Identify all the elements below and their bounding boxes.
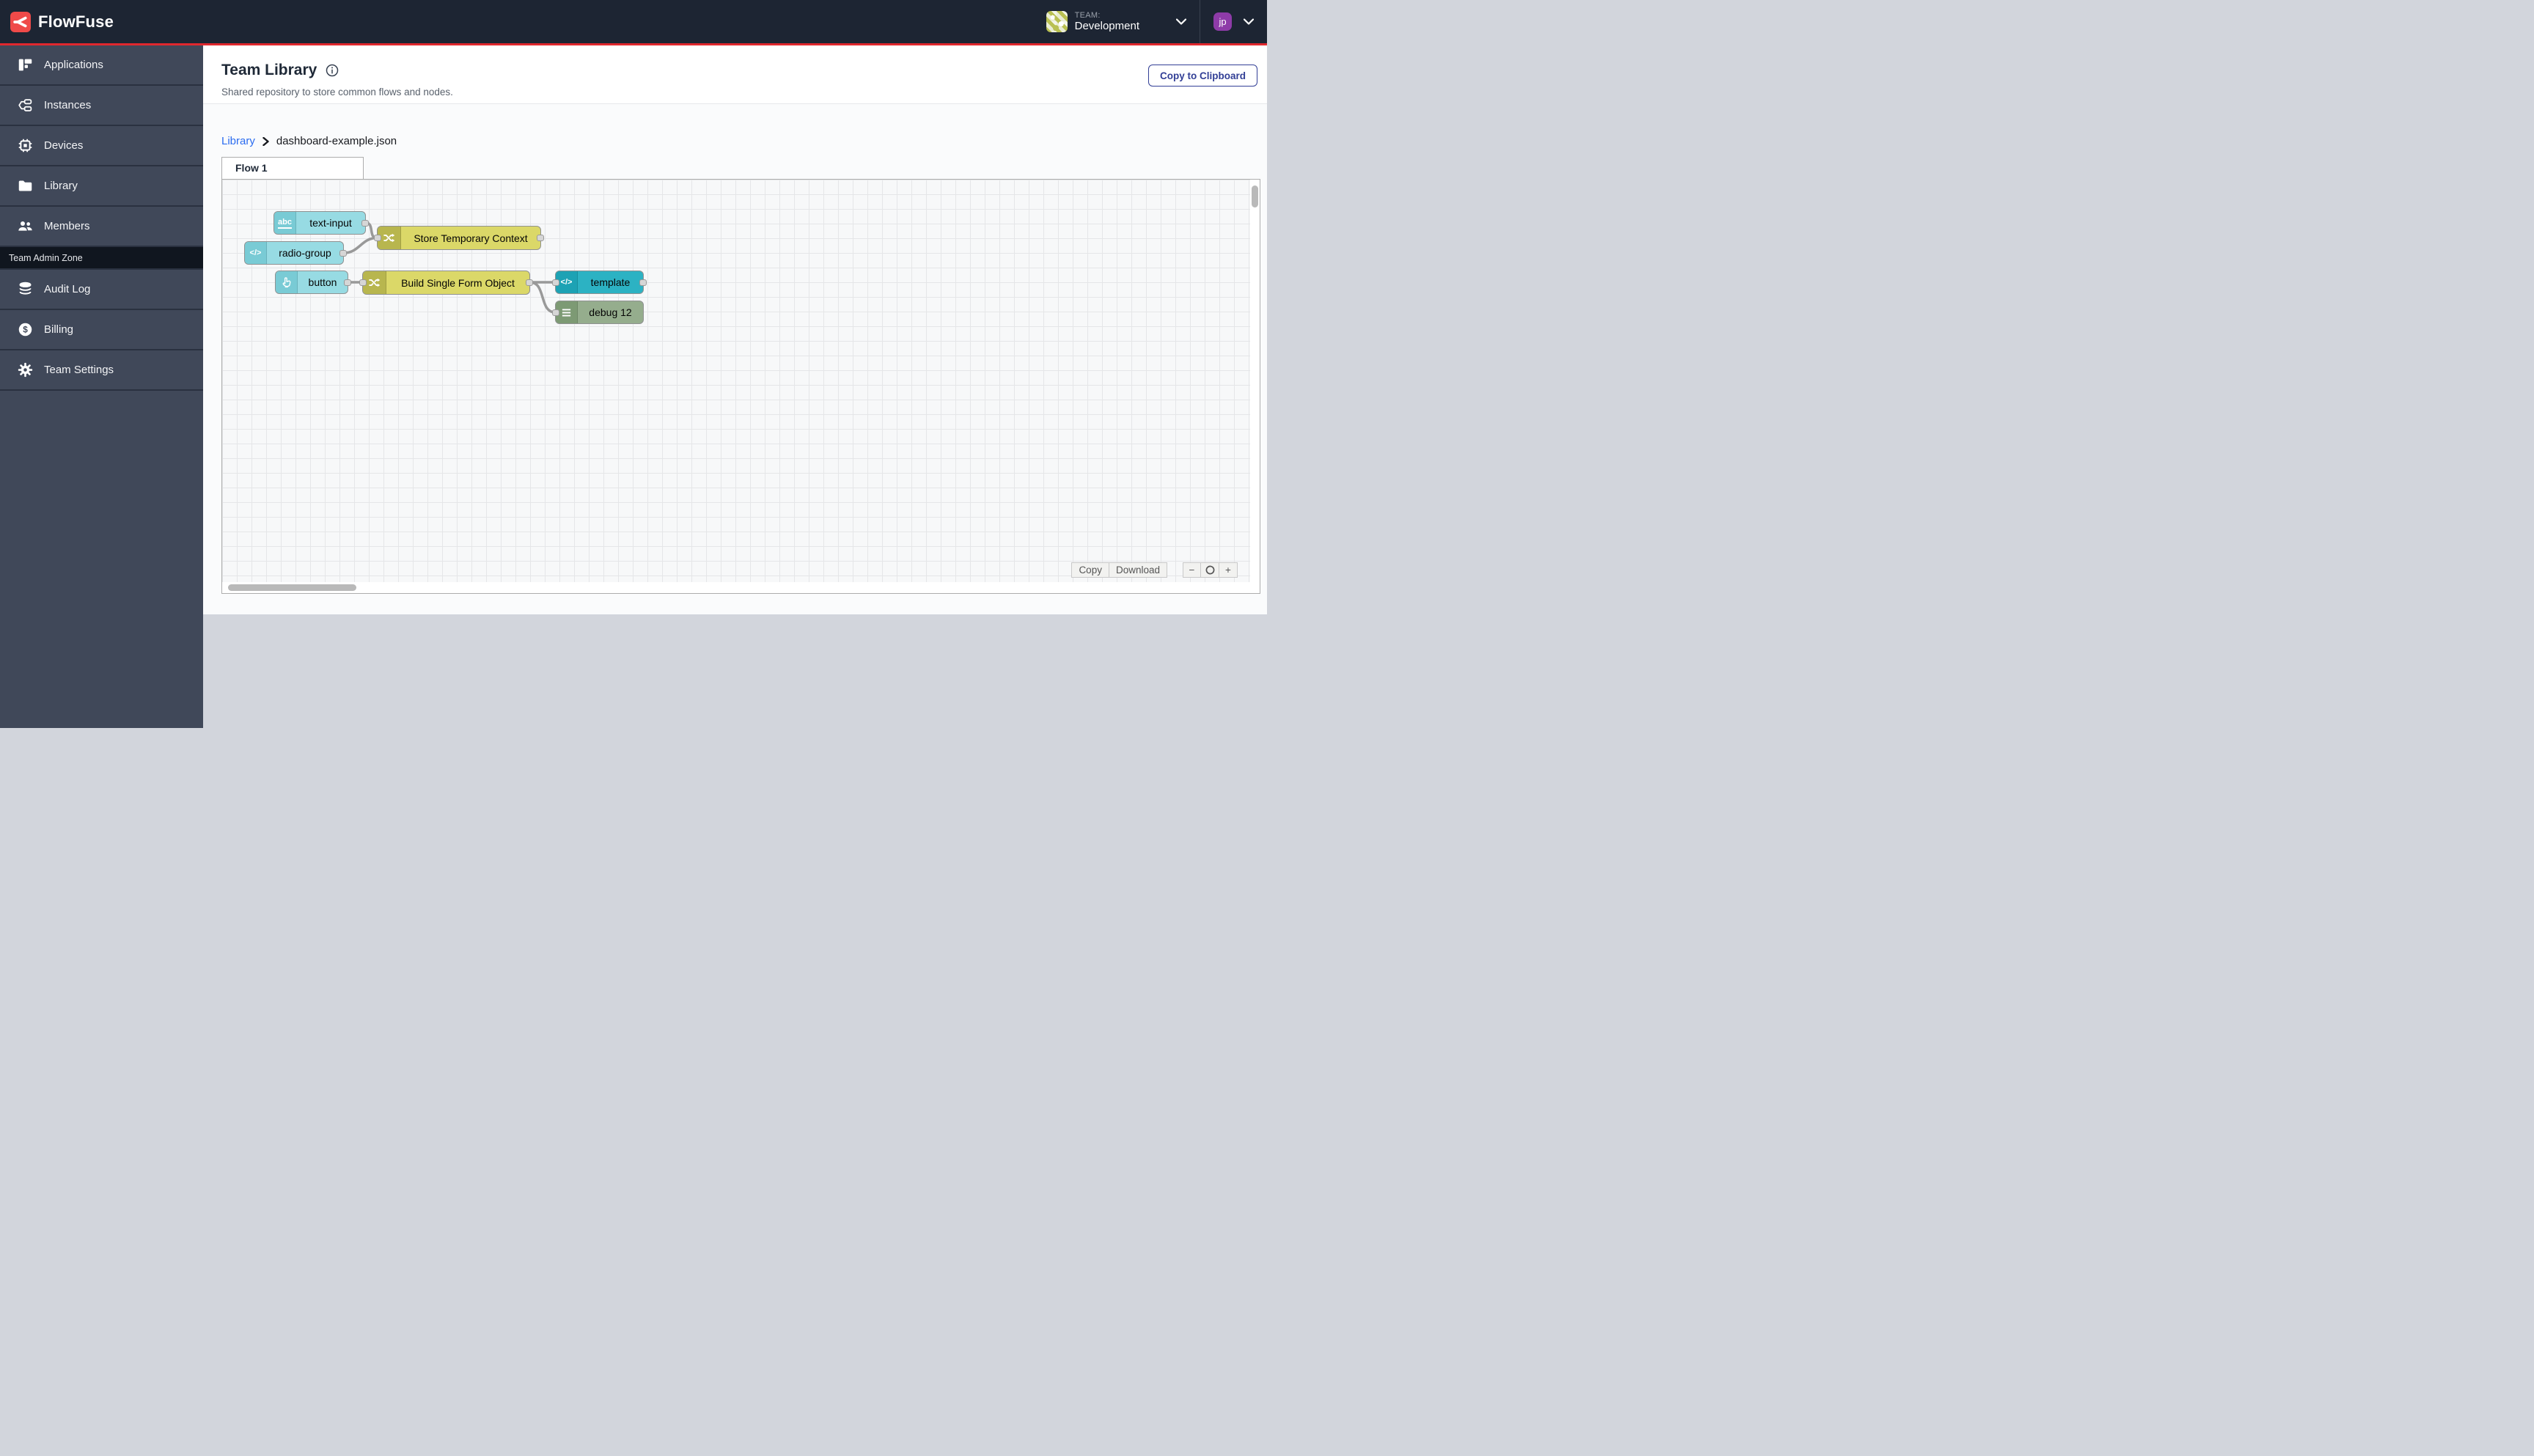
zoom-out-button[interactable]: − [1183, 562, 1201, 578]
flowfuse-logo-icon [10, 11, 31, 32]
canvas-copy-button[interactable]: Copy [1071, 562, 1109, 578]
sidebar-item-team-settings[interactable]: Team Settings [0, 350, 203, 391]
sidebar-item-label: Billing [44, 323, 74, 336]
input-port[interactable] [552, 279, 559, 286]
output-port[interactable] [344, 279, 351, 286]
vertical-scrollbar[interactable] [1252, 185, 1258, 207]
zoom-reset-icon [1205, 565, 1214, 575]
team-name: Development [1074, 20, 1139, 33]
sidebar-item-label: Devices [44, 139, 84, 152]
page-background-band [203, 614, 1267, 728]
sidebar-item-applications[interactable]: Applications [0, 45, 203, 86]
team-avatar [1046, 11, 1068, 32]
sidebar-item-label: Applications [44, 59, 103, 71]
sidebar-item-billing[interactable]: $ Billing [0, 310, 203, 350]
flow-node-radio-group[interactable]: </> radio-group [244, 241, 347, 265]
flow-node-template[interactable]: </> template [552, 271, 647, 294]
canvas-download-button[interactable]: Download [1109, 562, 1167, 578]
output-port[interactable] [537, 235, 544, 241]
chevron-right-icon [262, 136, 269, 146]
breadcrumb-current-file: dashboard-example.json [276, 135, 397, 147]
horizontal-scrollbar[interactable] [228, 584, 356, 591]
team-selector[interactable]: TEAM: Development [1035, 0, 1200, 43]
main-content: Team Library Shared repository to store … [203, 45, 1267, 728]
zoom-reset-button[interactable] [1201, 562, 1219, 578]
page-header: Team Library Shared repository to store … [203, 45, 1267, 104]
output-port[interactable] [361, 219, 369, 227]
breadcrumb-library-link[interactable]: Library [221, 135, 255, 147]
canvas-export-buttons: Copy Download [1071, 562, 1167, 578]
info-icon[interactable] [326, 64, 339, 77]
flow-node-build-single-form-object[interactable]: Build Single Form Object [359, 271, 533, 295]
library-icon [18, 180, 32, 191]
zoom-in-button[interactable]: + [1219, 562, 1238, 578]
page-subtitle: Shared repository to store common flows … [221, 87, 453, 98]
code-icon: </> [245, 242, 267, 264]
input-port[interactable] [359, 279, 367, 286]
output-port[interactable] [339, 249, 347, 257]
sidebar-item-instances[interactable]: Instances [0, 86, 203, 126]
brand-name: FlowFuse [38, 12, 114, 31]
copy-to-clipboard-button[interactable]: Copy to Clipboard [1148, 65, 1257, 87]
sidebar-item-library[interactable]: Library [0, 166, 203, 207]
sidebar-item-audit-log[interactable]: Audit Log [0, 270, 203, 310]
flow-grid: abc text-input </> radio-group Store Tem… [222, 180, 1250, 582]
input-port[interactable] [552, 309, 559, 316]
sidebar-item-label: Audit Log [44, 283, 91, 295]
user-menu[interactable]: jp [1200, 0, 1267, 43]
top-navbar: FlowFuse TEAM: Development jp [0, 0, 1267, 45]
output-port[interactable] [526, 279, 533, 286]
chevron-down-icon [1244, 18, 1254, 25]
flow-node-button[interactable]: button [275, 271, 351, 294]
user-avatar: jp [1213, 12, 1232, 31]
canvas-zoom-controls: − + [1183, 562, 1238, 578]
audit-log-icon [19, 282, 32, 295]
sidebar-item-devices[interactable]: Devices [0, 126, 203, 166]
flow-node-store-temporary-context[interactable]: Store Temporary Context [374, 226, 544, 250]
input-port[interactable] [374, 235, 381, 241]
chevron-down-icon [1176, 18, 1186, 25]
sidebar-item-members[interactable]: Members [0, 207, 203, 247]
applications-icon [18, 59, 32, 71]
members-icon [18, 221, 32, 231]
devices-icon [18, 139, 32, 152]
sidebar-item-label: Library [44, 180, 78, 192]
flow-tab[interactable]: Flow 1 [221, 157, 364, 179]
output-port[interactable] [639, 279, 647, 286]
sidebar: Applications Instances Devices Library M… [0, 45, 203, 728]
billing-icon: $ [18, 323, 32, 337]
flowfuse-logo[interactable]: FlowFuse [0, 11, 114, 32]
sidebar-item-label: Team Settings [44, 364, 114, 376]
sidebar-item-label: Members [44, 220, 90, 232]
instances-icon [18, 99, 32, 111]
app-window: FlowFuse TEAM: Development jp Applicatio… [0, 0, 1267, 728]
abc-icon: abc [274, 212, 296, 234]
team-label: TEAM: [1074, 10, 1101, 20]
flow-node-debug-12[interactable]: debug 12 [552, 301, 644, 324]
page-title: Team Library [221, 62, 317, 78]
flow-canvas[interactable]: abc text-input </> radio-group Store Tem… [221, 179, 1260, 594]
svg-text:$: $ [23, 325, 28, 335]
settings-icon [18, 362, 33, 378]
flow-node-text-input[interactable]: abc text-input [273, 211, 369, 235]
sidebar-item-label: Instances [44, 99, 92, 111]
breadcrumb: Library dashboard-example.json [221, 135, 397, 147]
team-admin-zone-header: Team Admin Zone [0, 247, 203, 270]
hand-pointer-icon [276, 271, 298, 293]
